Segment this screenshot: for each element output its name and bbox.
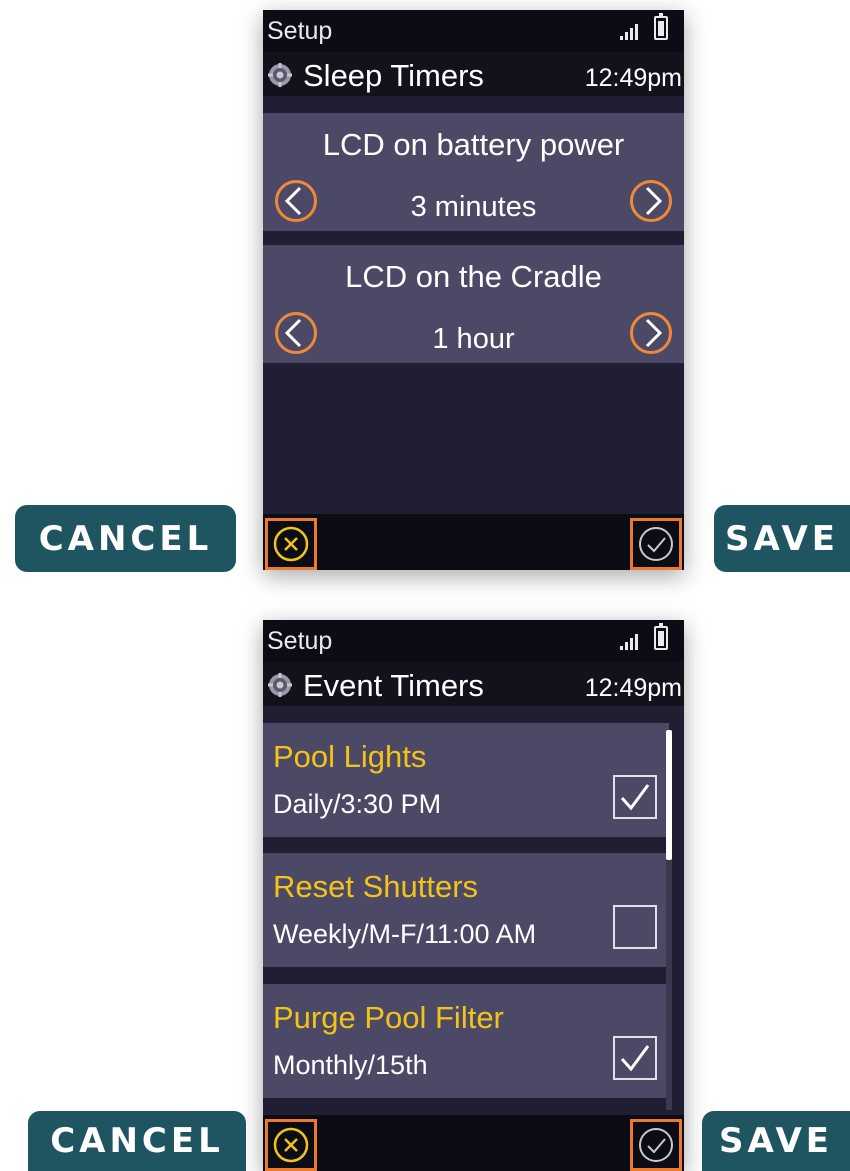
title-bar: Sleep Timers 12:49pm [263,52,684,96]
event-schedule: Weekly/M-F/11:00 AM [273,919,537,949]
next-value-button[interactable] [630,180,672,222]
setting-value: 3 minutes [410,191,537,223]
next-value-button[interactable] [630,312,672,354]
setting-lcd-battery: LCD on battery power 3 minutes [263,113,684,231]
event-enabled-checkbox[interactable] [613,775,657,819]
gear-icon [268,63,292,87]
page-title: Sleep Timers [303,58,484,93]
close-circle-icon [273,1127,309,1163]
event-name: Reset Shutters [273,869,479,904]
battery-icon [654,623,668,650]
event-item-reset-shutters[interactable]: Reset Shutters Weekly/M-F/11:00 AM [263,853,669,967]
setting-label: LCD on battery power [322,127,625,162]
event-item-purge-pool-filter[interactable]: Purge Pool Filter Monthly/15th [263,984,669,1098]
status-app-name: Setup [267,627,333,655]
event-item-pool-lights[interactable]: Pool Lights Daily/3:30 PM [263,723,669,837]
title-bar: Event Timers 12:49pm [263,662,684,706]
checkmark-icon [620,784,650,811]
signal-bars-icon [620,634,638,650]
cancel-button[interactable]: CANCEL [28,1111,246,1171]
clock: 12:49pm [584,64,682,92]
scrollbar-thumb[interactable] [666,730,672,860]
sleep-timers-screen: Setup Sleep Timers 12:49pm LCD on batter… [263,10,684,570]
status-app-name: Setup [267,17,333,45]
footer-bar [263,1115,684,1171]
event-enabled-checkbox[interactable] [613,1036,657,1080]
checkmark-icon [620,1045,650,1072]
chevron-right-icon [645,186,663,216]
save-button[interactable]: SAVE [702,1111,850,1171]
cancel-icon-button[interactable] [265,1119,317,1171]
close-circle-icon [273,526,309,562]
save-icon-button[interactable] [630,518,682,570]
footer-bar [263,514,684,570]
event-name: Pool Lights [273,739,427,774]
signal-bars-icon [620,24,638,40]
gear-icon [268,673,292,697]
event-schedule: Monthly/15th [273,1050,428,1080]
setting-value: 1 hour [432,323,515,355]
cancel-icon-button[interactable] [265,518,317,570]
page-title: Event Timers [303,668,484,703]
setting-label: LCD on the Cradle [345,259,602,294]
event-timers-screen: Setup Event Timers 12:49pm Pool Lights D… [263,620,684,1171]
setting-lcd-cradle: LCD on the Cradle 1 hour [263,245,684,363]
status-bar: Setup [263,10,684,52]
event-name: Purge Pool Filter [273,1000,504,1035]
event-enabled-checkbox[interactable] [613,905,657,949]
save-button[interactable]: SAVE [714,505,850,572]
cancel-button[interactable]: CANCEL [15,505,236,572]
chevron-right-icon [645,318,663,348]
status-bar: Setup [263,620,684,662]
event-schedule: Daily/3:30 PM [273,789,442,819]
battery-icon [654,13,668,40]
clock: 12:49pm [584,674,682,702]
check-circle-icon [639,1128,673,1162]
check-circle-icon [639,527,673,561]
save-icon-button[interactable] [630,1119,682,1171]
